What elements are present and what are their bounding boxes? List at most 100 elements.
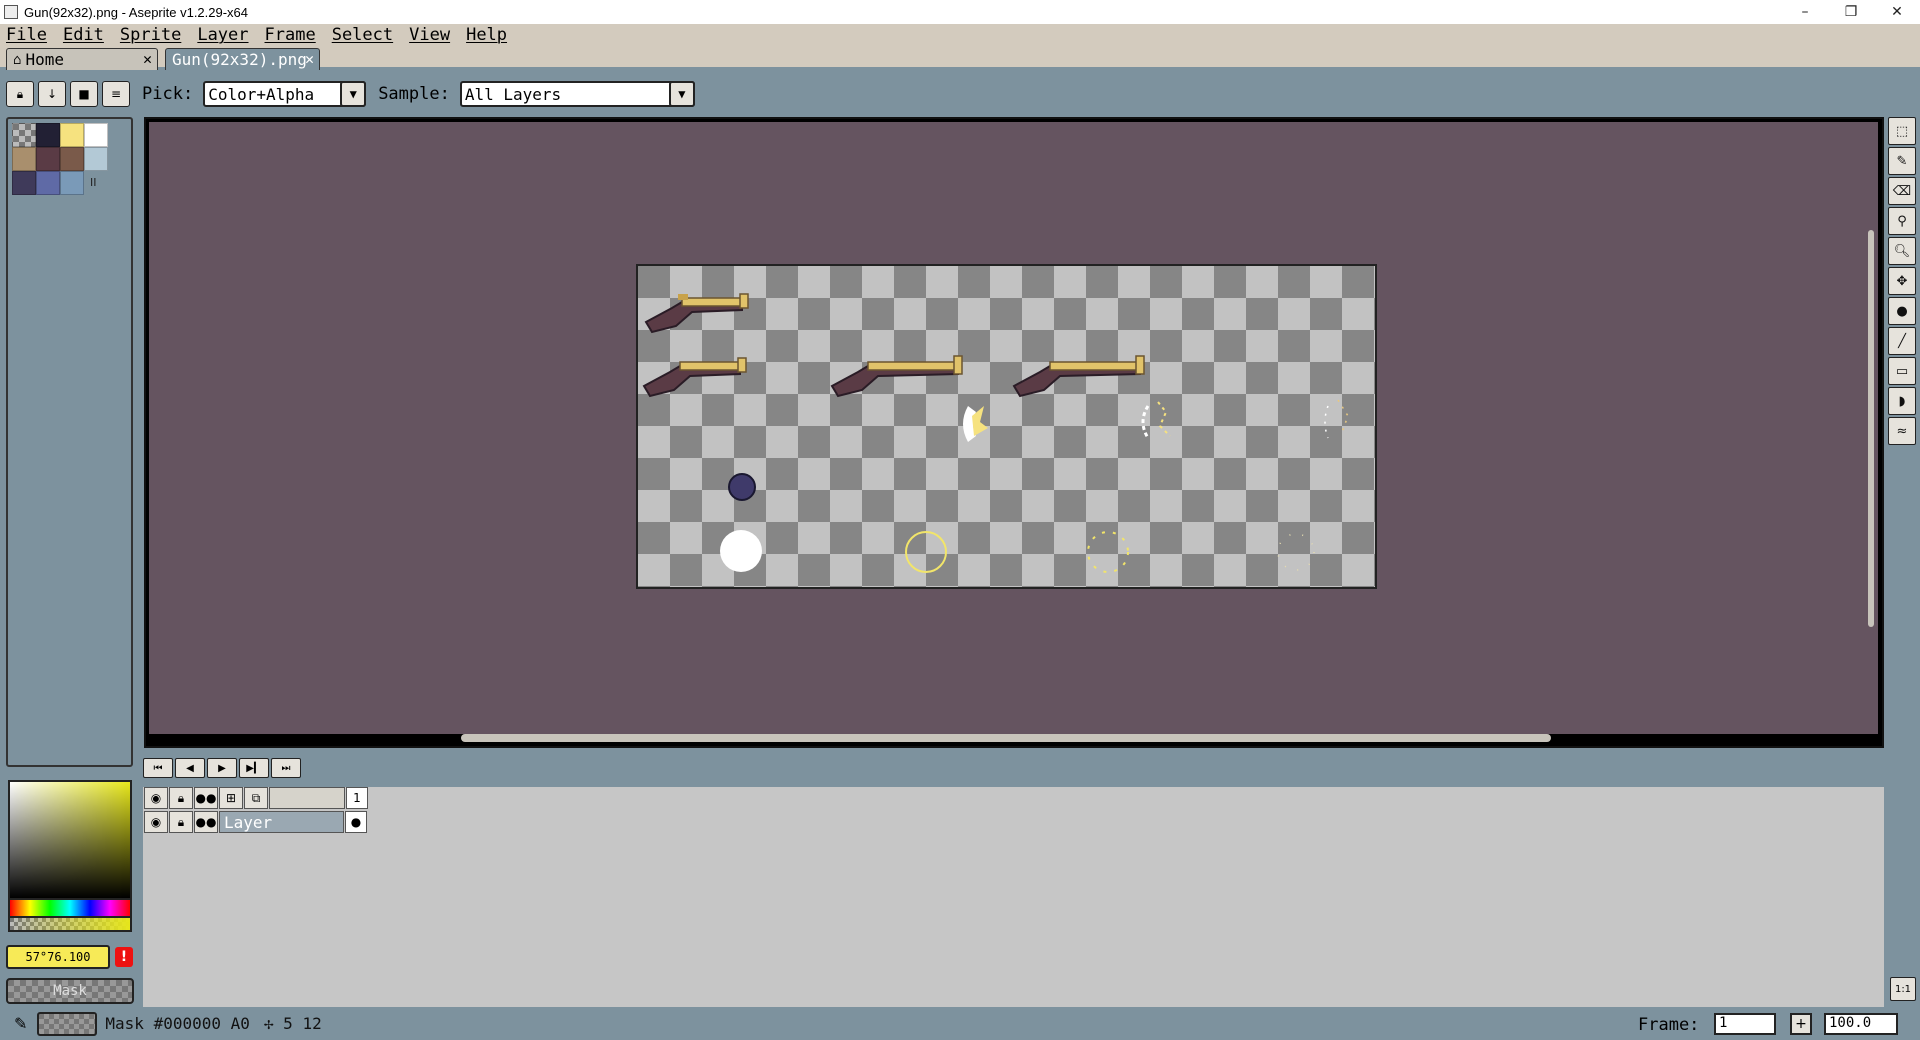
tools-panel: ⬚ ✎ ⌫ ⚲ 🔍︎ ✥ ● ╱ ▭ ◗ ≈ (1888, 117, 1918, 447)
sample-value: All Layers (464, 84, 562, 104)
layer-name[interactable]: Layer (219, 811, 344, 833)
muzzle-flash-sprite (1141, 401, 1171, 439)
window-controls: – ❐ ✕ (1782, 0, 1920, 24)
tab-gun-file-label: Gun(92x32).png (172, 50, 307, 69)
continuous-icon[interactable]: ●● (194, 787, 218, 809)
menu-select[interactable]: Select (332, 25, 393, 45)
chevron-down-icon[interactable]: ▼ (668, 81, 695, 107)
fill-icon[interactable]: ● (1888, 297, 1916, 325)
palette-swatch[interactable] (60, 147, 84, 171)
palette-swatch[interactable] (12, 171, 36, 195)
palette-swatch[interactable] (36, 147, 60, 171)
menu-sprite[interactable]: Sprite (120, 25, 181, 45)
arrow-down-icon[interactable]: ↓ (38, 81, 66, 107)
minimize-button[interactable]: – (1782, 0, 1828, 24)
layer-row[interactable]: ◉ 🔒︎ ●● Layer ● (144, 811, 367, 833)
timeline-header: ◉ 🔒︎ ●● ⊞ ⧉ 1 (144, 787, 368, 809)
menu-lines-icon[interactable]: ≡ (102, 81, 130, 107)
hue-slider[interactable] (8, 900, 132, 918)
previous-frame-icon[interactable]: ◀ (175, 758, 205, 778)
first-frame-icon[interactable]: ⏮ (143, 758, 173, 778)
zoom-input[interactable]: 100.0 (1824, 1013, 1898, 1035)
palette-swatch[interactable] (60, 123, 84, 147)
next-frame-icon[interactable]: ▶▎ (239, 758, 269, 778)
menu-help[interactable]: Help (466, 25, 507, 45)
contour-icon[interactable]: ◗ (1888, 387, 1916, 415)
warning-icon[interactable]: ! (115, 947, 133, 967)
impact-sprite (905, 531, 947, 573)
tab-home[interactable]: ⌂ Home ✕ (6, 48, 158, 70)
palette-more[interactable]: II (90, 176, 97, 189)
eye-icon[interactable]: ◉ (144, 811, 168, 833)
pick-combo[interactable]: Color+Alpha ▼ (203, 81, 367, 107)
menu-layer[interactable]: Layer (197, 25, 248, 45)
continuous-icon[interactable]: ●● (194, 811, 218, 833)
timeline: ◉ 🔒︎ ●● ⊞ ⧉ 1 ◉ 🔒︎ ●● Layer ● (143, 787, 1884, 1007)
lock-icon[interactable]: 🔒︎ (6, 81, 34, 107)
sprite-artwork (642, 293, 1349, 573)
add-frame-button[interactable]: + (1790, 1013, 1812, 1035)
eyedropper-icon: ✎ (14, 1014, 28, 1033)
window-title: Gun(92x32).png - Aseprite v1.2.29-x64 (24, 4, 249, 20)
tab-gun-file[interactable]: Gun(92x32).png ✕ (165, 48, 320, 70)
muzzle-flash-sprite (963, 406, 988, 442)
cursor-position: ✢ 5 12 (263, 1014, 322, 1033)
onion-skin-icon[interactable]: ⧉ (244, 787, 268, 809)
eraser-icon[interactable]: ⌫ (1888, 177, 1916, 205)
rectangle-icon[interactable]: ▭ (1888, 357, 1916, 385)
tab-home-label: Home (25, 50, 64, 69)
menu-file[interactable]: File (6, 25, 47, 45)
last-frame-icon[interactable]: ⏭ (271, 758, 301, 778)
palette-swatch[interactable] (12, 123, 36, 147)
cel-icon[interactable]: ● (345, 811, 367, 833)
restore-button[interactable]: ❐ (1828, 0, 1874, 24)
mask-button[interactable]: Mask (6, 978, 134, 1004)
sample-combo[interactable]: All Layers ▼ (459, 81, 695, 107)
palette-swatch[interactable] (84, 147, 108, 171)
line-icon[interactable]: ╱ (1888, 327, 1916, 355)
menu-view[interactable]: View (409, 25, 450, 45)
palette-swatch[interactable] (36, 123, 60, 147)
impact-sprite (720, 530, 762, 572)
tab-home-close-icon[interactable]: ✕ (143, 50, 152, 68)
sprite-canvas[interactable] (636, 264, 1377, 589)
status-text: Mask #000000 A0 (105, 1014, 250, 1033)
title-bar: Gun(92x32).png - Aseprite v1.2.29-x64 – … (0, 0, 1920, 24)
zoom-icon[interactable]: 🔍︎ (1888, 237, 1916, 265)
zoom-1-1-button[interactable]: 1:1 (1890, 977, 1916, 1001)
palette-swatch[interactable] (60, 171, 84, 195)
menu-edit[interactable]: Edit (63, 25, 104, 45)
color-value-field[interactable]: 57°76.100 (6, 945, 110, 969)
palette-swatch[interactable] (36, 171, 60, 195)
square-icon[interactable]: ■ (70, 81, 98, 107)
horizontal-scrollbar[interactable] (461, 734, 1551, 742)
impact-sprite (1087, 531, 1129, 573)
sample-label: Sample: (378, 84, 450, 104)
palette-swatch[interactable] (12, 147, 36, 171)
eye-icon[interactable]: ◉ (144, 787, 168, 809)
blur-icon[interactable]: ≈ (1888, 417, 1916, 445)
tab-gun-file-close-icon[interactable]: ✕ (305, 50, 314, 68)
palette-swatch[interactable] (84, 123, 108, 147)
impact-sprite (1277, 533, 1315, 571)
pencil-icon[interactable]: ✎ (1888, 147, 1916, 175)
pick-label: Pick: (142, 84, 194, 104)
group-icon[interactable]: ⊞ (219, 787, 243, 809)
menu-bar: File Edit Sprite Layer Frame Select View… (0, 24, 1920, 46)
lock-icon[interactable]: 🔒︎ (169, 811, 193, 833)
close-window-button[interactable]: ✕ (1874, 0, 1920, 24)
lock-icon[interactable]: 🔒︎ (169, 787, 193, 809)
play-icon[interactable]: ▶ (207, 758, 237, 778)
tab-bar: ⌂ Home ✕ Gun(92x32).png ✕ (0, 46, 1920, 70)
frame-input[interactable]: 1 (1714, 1013, 1776, 1035)
frame-header-1[interactable]: 1 (346, 787, 368, 809)
vertical-scrollbar[interactable] (1868, 230, 1874, 627)
color-spectrum[interactable] (8, 780, 132, 900)
marquee-icon[interactable]: ⬚ (1888, 117, 1916, 145)
menu-frame[interactable]: Frame (265, 25, 316, 45)
alpha-slider[interactable] (8, 918, 132, 932)
eyedropper-icon[interactable]: ⚲ (1888, 207, 1916, 235)
home-icon: ⌂ (13, 51, 22, 68)
move-icon[interactable]: ✥ (1888, 267, 1916, 295)
chevron-down-icon[interactable]: ▼ (340, 81, 367, 107)
